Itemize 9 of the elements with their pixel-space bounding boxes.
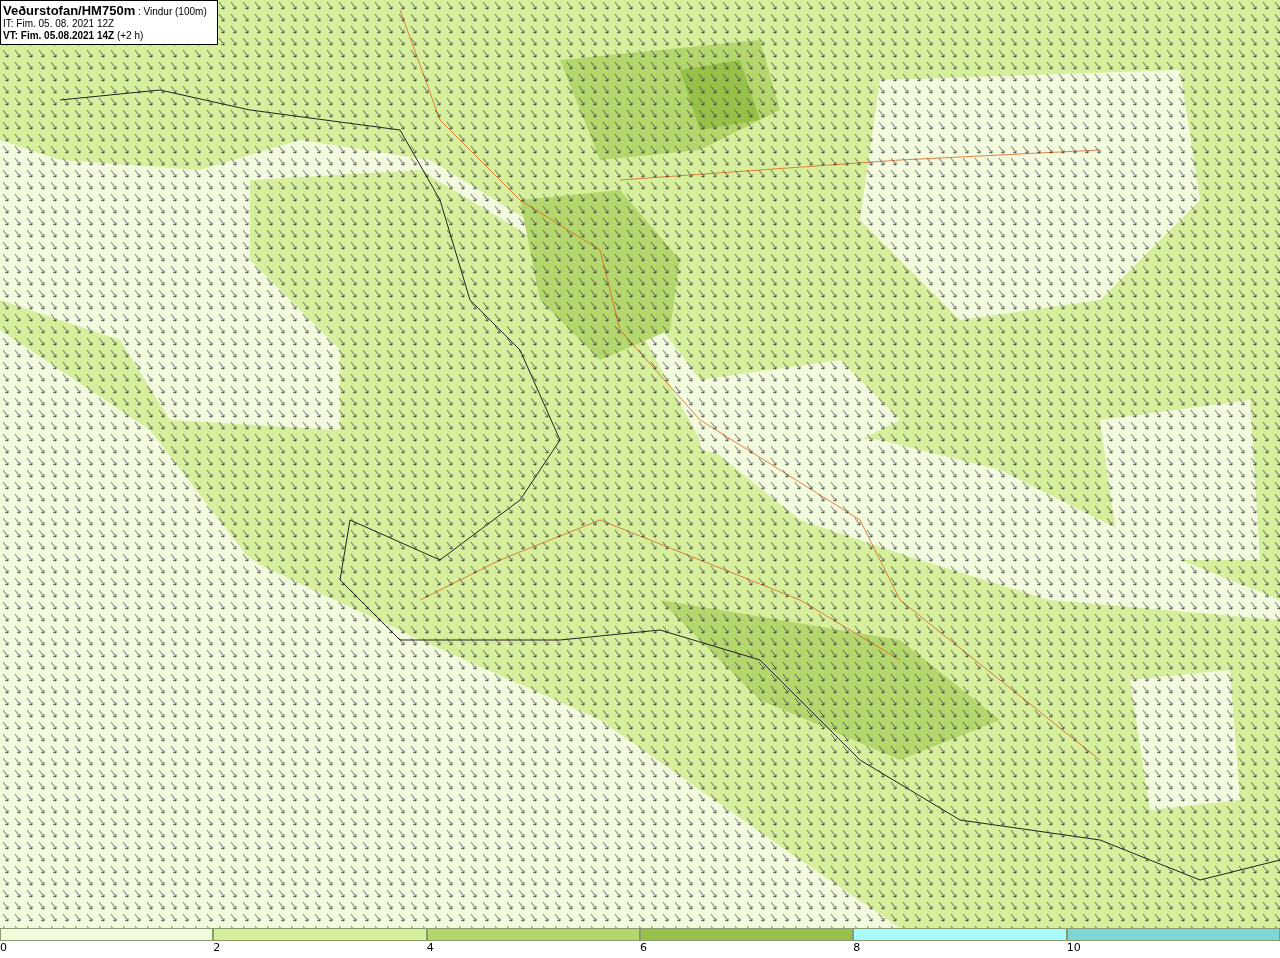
title-line: Veðurstofan/HM750m : Vindur (100m) [3, 5, 208, 18]
legend-label: 4 [426, 941, 434, 955]
title-line: IT: Fim. 05. 08. 2021 12Z [3, 18, 116, 30]
legend-label: 10 [1066, 941, 1081, 955]
legend-label: 2 [213, 941, 221, 955]
legend-label: 6 [640, 941, 647, 955]
legend-label: 0 [0, 941, 7, 955]
title-line: VT: Fim. 05.08.2021 14Z (+2 h) [3, 30, 145, 42]
legend-label: 8 [853, 941, 861, 955]
